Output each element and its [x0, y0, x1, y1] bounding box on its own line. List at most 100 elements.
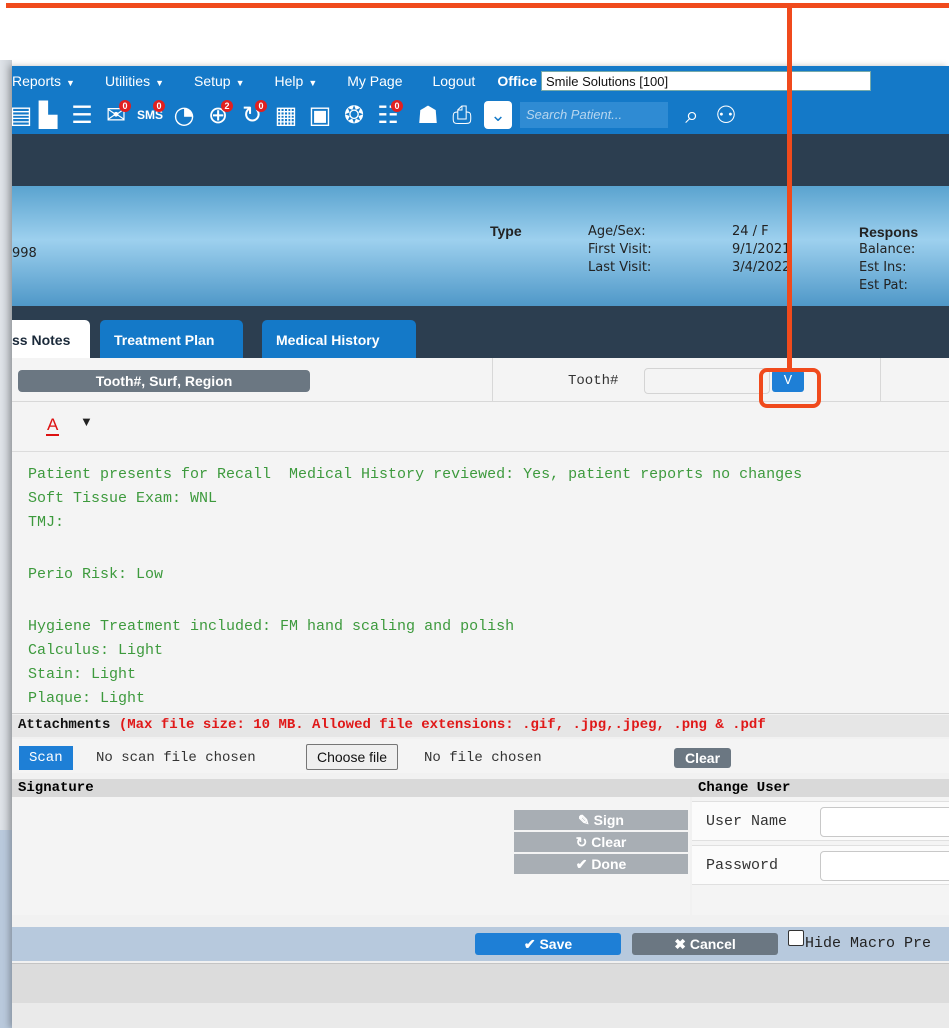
patient-type-label: Type: [490, 223, 522, 239]
signature-heading: Signature: [18, 780, 94, 796]
email-list-icon[interactable]: ☰: [66, 100, 98, 130]
font-color-icon[interactable]: A: [46, 416, 60, 436]
recall-badge: 0: [255, 100, 267, 112]
password-input[interactable]: [820, 851, 949, 881]
action-bar: ✔ Save ✖ Cancel Hide Macro Pre: [12, 927, 949, 961]
chevron-down-icon: ▼: [308, 78, 318, 88]
divider: [880, 358, 881, 402]
callout-line-horizontal: [6, 3, 949, 8]
note-line: Stain: Light: [28, 666, 137, 683]
menu-bar: Reports ▼ Utilities ▼ Setup ▼ Help ▼ My Page…: [12, 66, 949, 96]
scan-status: No scan file chosen: [96, 750, 256, 766]
chevron-down-icon: ▼: [155, 78, 164, 88]
dropdown-chevron-icon[interactable]: ⌄: [484, 101, 512, 129]
chevron-down-icon: ▼: [66, 78, 75, 88]
menu-help[interactable]: Help ▼: [275, 73, 318, 89]
change-user-panel: User Name Password: [692, 797, 949, 915]
app-window: Reports ▼ Utilities ▼ Setup ▼ Help ▼ My Page…: [12, 66, 949, 1028]
choose-file-button[interactable]: Choose file: [306, 744, 399, 770]
signature-pad[interactable]: ✎ Sign ↻ Clear ✔ Done: [12, 797, 690, 915]
globe-icon[interactable]: ⊕ 2: [202, 100, 234, 130]
sign-label: Sign: [593, 812, 624, 828]
est-pat-label: Est Pat:: [859, 278, 908, 293]
sms-icon[interactable]: SMS 0: [134, 100, 166, 130]
search-family-icon[interactable]: ⚇: [710, 100, 742, 130]
search-patient-input[interactable]: Search Patient...: [520, 102, 668, 128]
responsible-heading: Respons: [859, 224, 919, 240]
menu-my-page[interactable]: My Page: [347, 73, 402, 89]
tooth-chart-icon[interactable]: ▦: [270, 100, 302, 130]
clear-signature-button[interactable]: ↻ Clear: [514, 832, 688, 852]
save-button[interactable]: ✔ Save: [475, 933, 621, 955]
save-label: Save: [539, 936, 573, 952]
clock-icon[interactable]: ◔: [168, 100, 200, 130]
footer-bar-lower: [12, 1003, 949, 1028]
signature-header-bar: Signature Change User: [12, 779, 949, 797]
recall-icon[interactable]: ↻ 0: [236, 100, 268, 130]
username-input[interactable]: [820, 807, 949, 837]
attachments-header: Attachments (Max file size: 10 MB. Allow…: [12, 715, 949, 737]
menu-logout[interactable]: Logout: [432, 73, 475, 89]
clear-attachment-button[interactable]: Clear: [674, 748, 732, 768]
menu-setup-label: Setup: [194, 73, 231, 89]
family-icon[interactable]: ☗: [412, 100, 444, 130]
scan-button[interactable]: Scan: [19, 746, 73, 770]
balance-label: Balance:: [859, 242, 916, 257]
office-label: Office: [497, 73, 537, 89]
close-icon: ✖: [674, 936, 686, 952]
edit-icon: ✎: [578, 812, 590, 828]
tab-medical-history[interactable]: Medical History: [262, 320, 416, 358]
first-visit-value: 9/1/2021: [732, 242, 791, 257]
tab-progress-notes[interactable]: ss Notes: [12, 320, 90, 358]
est-ins-label: Est Ins:: [859, 260, 907, 275]
background-window-lower: [0, 830, 12, 1028]
tooth-help-icon[interactable]: ▣: [304, 100, 336, 130]
office-select[interactable]: Smile Solutions [100]: [541, 71, 871, 91]
done-button[interactable]: ✔ Done: [514, 854, 688, 874]
attachments-note: (Max file size: 10 MB. Allowed file exte…: [118, 717, 766, 733]
web-settings-icon[interactable]: ❂: [338, 100, 370, 130]
form-icon[interactable]: ▤: [12, 100, 32, 130]
responsible-party: Respons Balance: Est Ins: Est Pat:: [859, 223, 918, 295]
globe-badge: 2: [221, 100, 233, 112]
menu-utilities-label: Utilities: [104, 73, 151, 89]
menu-utilities[interactable]: Utilities ▼: [105, 73, 164, 89]
hide-macro-label: Hide Macro Pre: [805, 935, 932, 952]
cancel-label: Cancel: [689, 936, 736, 952]
patient-id: 998: [12, 246, 37, 261]
callout-line-vertical: [787, 3, 792, 371]
note-line: Soft Tissue Exam: WNL: [28, 490, 218, 507]
document-print-icon[interactable]: ▙: [32, 100, 64, 130]
screenshot-frame: Reports ▼ Utilities ▼ Setup ▼ Help ▼ My Page…: [0, 0, 949, 1028]
note-line: Hygiene Treatment included: FM hand scal…: [28, 618, 515, 635]
clinical-note-editor[interactable]: Patient presents for Recall Medical Hist…: [12, 452, 949, 714]
first-visit-label: First Visit:: [588, 242, 652, 257]
tooth-label: Tooth#: [568, 373, 619, 389]
menu-reports[interactable]: Reports ▼: [12, 73, 75, 89]
tooth-number-input[interactable]: [644, 368, 770, 394]
cancel-button[interactable]: ✖ Cancel: [632, 933, 778, 955]
tooth-surf-region-button[interactable]: Tooth#, Surf, Region: [18, 370, 310, 392]
header-band: [12, 134, 949, 186]
icon-toolbar: ▤ ▙ ☰ ✉ 0 SMS 0 ◔ ⊕ 2 ↻ 0 ▦ ▣ ❂ ☷ 0 ☗ ⎙ ⌄ Sea…: [12, 96, 949, 134]
password-row: Password: [692, 845, 949, 885]
password-label: Password: [706, 857, 779, 874]
clear-signature-label: Clear: [591, 834, 627, 850]
message-icon[interactable]: ✉ 0: [100, 100, 132, 130]
note-line: Plaque: Light: [28, 690, 146, 707]
age-sex-value: 24 / F: [732, 224, 769, 239]
tab-treatment-plan[interactable]: Treatment Plan: [100, 320, 243, 358]
hide-macro-checkbox[interactable]: [788, 930, 804, 946]
username-row: User Name: [692, 801, 949, 841]
check-icon: ✔: [523, 936, 536, 952]
printer-icon[interactable]: ⎙: [446, 100, 478, 130]
menu-setup[interactable]: Setup ▼: [194, 73, 245, 89]
search-patient-icon[interactable]: ⌕: [676, 100, 708, 130]
attachments-row: Scan No scan file chosen Choose file No …: [12, 739, 949, 773]
forms-icon[interactable]: ☷ 0: [372, 100, 404, 130]
sign-button[interactable]: ✎ Sign: [514, 810, 688, 830]
age-sex-label: Age/Sex:: [588, 224, 646, 239]
caret-down-icon[interactable]: ▼: [80, 414, 93, 429]
change-user-heading: Change User: [698, 780, 791, 796]
menu-reports-label: Reports: [12, 73, 62, 89]
